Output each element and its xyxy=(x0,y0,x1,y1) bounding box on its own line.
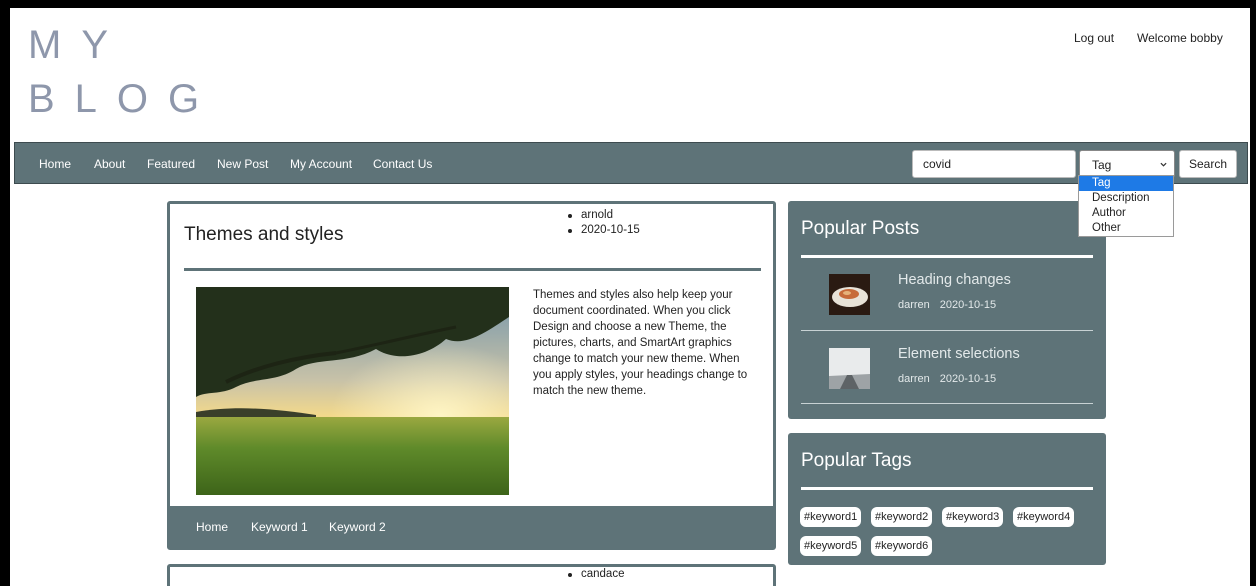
popular-posts-panel: Popular Posts Heading changes darren 2020… xyxy=(788,201,1106,419)
logo-line2: BLOG xyxy=(28,77,219,117)
post-meta: candace xyxy=(568,567,624,582)
nav-contact-us[interactable]: Contact Us xyxy=(373,157,432,171)
search-type-select[interactable]: Tag xyxy=(1079,150,1175,178)
tag-keyword1[interactable]: #keyword1 xyxy=(800,507,862,527)
popular-post-author: darren xyxy=(898,373,930,385)
popular-post-item[interactable]: Heading changes darren 2020-10-15 xyxy=(801,258,1093,330)
nav-featured[interactable]: Featured xyxy=(147,157,195,171)
post-title[interactable]: Themes and styles xyxy=(184,224,343,246)
post-meta: arnold 2020-10-15 xyxy=(568,208,640,238)
nav-home[interactable]: Home xyxy=(39,157,71,171)
tag-keyword2[interactable]: #keyword2 xyxy=(871,507,933,527)
search-button[interactable]: Search xyxy=(1179,150,1237,178)
footer-link-keyword2[interactable]: Keyword 2 xyxy=(329,520,386,534)
main-navbar: Home About Featured New Post My Account … xyxy=(14,142,1248,184)
blog-logo[interactable]: MY BLOG xyxy=(26,22,226,121)
post-image xyxy=(196,287,509,495)
post-date: 2020-10-15 xyxy=(581,224,640,236)
logo-line1: MY xyxy=(28,23,128,67)
post-author: arnold xyxy=(581,209,613,221)
post-description: Themes and styles also help keep your do… xyxy=(533,289,748,397)
popular-post-date: 2020-10-15 xyxy=(939,373,997,385)
post-thumbnail xyxy=(829,274,870,315)
option-description[interactable]: Description xyxy=(1079,191,1173,206)
post-card: candace xyxy=(167,564,776,586)
post-divider xyxy=(184,268,761,271)
tag-keyword5[interactable]: #keyword5 xyxy=(800,536,862,556)
popular-post-title[interactable]: Heading changes xyxy=(898,272,1011,288)
nav-my-account[interactable]: My Account xyxy=(290,157,352,171)
post-author: candace xyxy=(581,568,625,580)
chevron-down-icon xyxy=(1160,162,1167,167)
logout-link[interactable]: Log out xyxy=(1074,31,1114,45)
option-other[interactable]: Other xyxy=(1079,221,1173,236)
search-type-dropdown: Tag Description Author Other xyxy=(1078,175,1174,237)
popular-posts-title: Popular Posts xyxy=(801,218,920,239)
tag-keyword4[interactable]: #keyword4 xyxy=(1013,507,1075,527)
welcome-text: Welcome bobby xyxy=(1137,31,1223,45)
search-input[interactable]: covid xyxy=(912,150,1076,178)
option-author[interactable]: Author xyxy=(1079,206,1173,221)
nav-about[interactable]: About xyxy=(94,157,125,171)
popular-post-meta: darren 2020-10-15 xyxy=(898,299,1006,311)
popular-tags-divider xyxy=(801,487,1093,490)
popular-post-meta: darren 2020-10-15 xyxy=(898,373,1006,385)
footer-link-keyword1[interactable]: Keyword 1 xyxy=(251,520,308,534)
popular-post-title[interactable]: Element selections xyxy=(898,346,1020,362)
popular-post-separator xyxy=(801,330,1093,331)
tag-keyword3[interactable]: #keyword3 xyxy=(942,507,1004,527)
option-tag[interactable]: Tag xyxy=(1079,176,1173,191)
popular-post-separator xyxy=(801,403,1093,404)
popular-post-date: 2020-10-15 xyxy=(939,299,997,311)
search-type-value: Tag xyxy=(1092,158,1112,172)
popular-post-author: darren xyxy=(898,299,930,311)
popular-tags-title: Popular Tags xyxy=(801,450,912,471)
post-thumbnail xyxy=(829,348,870,389)
nav-new-post[interactable]: New Post xyxy=(217,157,268,171)
post-card: arnold 2020-10-15 Themes and styles Them… xyxy=(167,201,776,550)
page-frame: MY BLOG Log out Welcome bobby Home About… xyxy=(10,8,1250,586)
tag-keyword6[interactable]: #keyword6 xyxy=(871,536,933,556)
popular-post-item[interactable]: Element selections darren 2020-10-15 xyxy=(801,332,1093,404)
popular-tags-panel: Popular Tags #keyword1 #keyword2 #keywor… xyxy=(788,433,1106,565)
footer-link-home[interactable]: Home xyxy=(196,520,228,534)
post-footer: Home Keyword 1 Keyword 2 xyxy=(170,506,773,550)
